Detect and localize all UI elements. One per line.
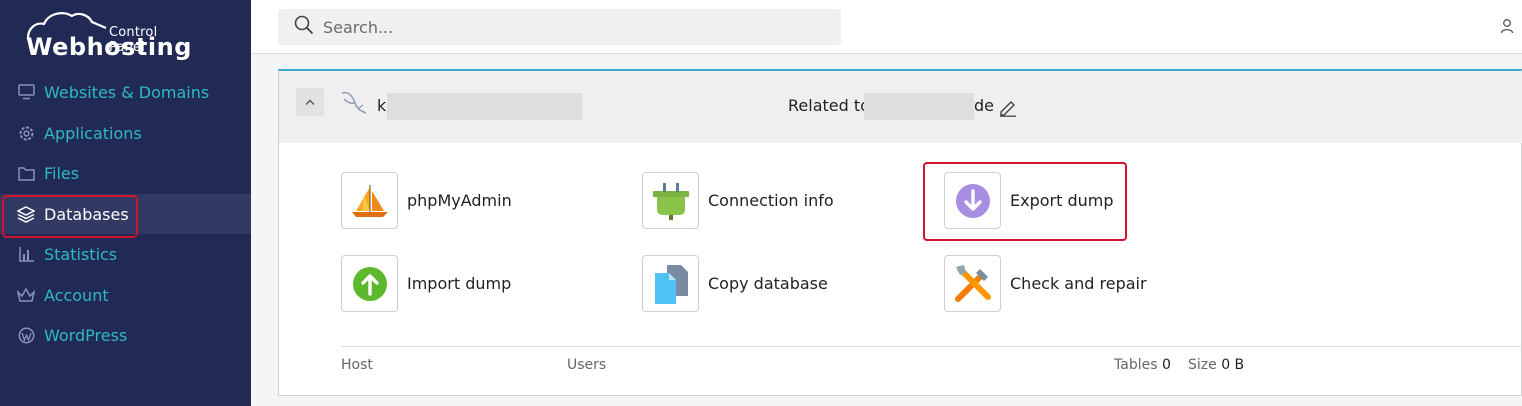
divider <box>341 346 1522 347</box>
sidebar-item-label: Statistics <box>44 244 118 264</box>
sidebar-item-account[interactable]: Account <box>0 275 251 315</box>
database-panel: k Related to de phpMyAdmin Connection in… <box>278 69 1522 396</box>
search-input[interactable] <box>323 17 803 37</box>
tool-label: Check and repair <box>1010 274 1147 293</box>
sidebar-item-label: WordPress <box>44 325 128 345</box>
sidebar-item-label: Account <box>44 285 109 305</box>
tool-check-and-repair[interactable]: Check and repair <box>944 255 1147 312</box>
top-bar <box>251 0 1522 54</box>
tool-connection-info[interactable]: Connection info <box>642 172 834 229</box>
sidebar-item-applications[interactable]: Applications <box>0 113 251 153</box>
tool-import-dump[interactable]: Import dump <box>341 255 511 312</box>
users-label: Users <box>567 357 607 373</box>
tool-label: phpMyAdmin <box>407 191 512 210</box>
search-icon <box>294 15 314 40</box>
plug-icon <box>642 172 699 229</box>
related-label: Related to <box>788 96 870 115</box>
monitor-icon <box>17 83 35 101</box>
database-header: k Related to de <box>279 71 1522 143</box>
folder-icon <box>17 164 35 182</box>
tables-stat: Tables 0 <box>1114 357 1171 373</box>
redacted-domain <box>864 93 974 120</box>
sidebar-item-statistics[interactable]: Statistics <box>0 234 251 274</box>
host-label: Host <box>341 357 373 373</box>
account-icon <box>17 286 35 304</box>
size-stat: Size 0 B <box>1188 357 1244 373</box>
sidebar-item-label: Websites & Domains <box>44 82 210 102</box>
highlight-outline <box>2 195 138 238</box>
bar-chart-icon <box>17 245 35 263</box>
sidebar-item-websites-domains[interactable]: Websites & Domains <box>0 72 251 112</box>
edit-pencil-icon[interactable] <box>998 97 1018 122</box>
sidebar-item-files[interactable]: Files <box>0 153 251 193</box>
copy-icon <box>642 255 699 312</box>
chevron-up-icon <box>304 93 316 111</box>
import-upload-icon <box>341 255 398 312</box>
brand-logo[interactable]: Control Panel Webhosting <box>22 8 191 64</box>
tool-label: Import dump <box>407 274 512 293</box>
user-icon[interactable] <box>1500 18 1514 39</box>
sidebar-item-label: Applications <box>44 123 142 143</box>
sidebar-item-label: Files <box>44 163 80 183</box>
tool-phpmyadmin[interactable]: phpMyAdmin <box>341 172 512 229</box>
tool-label: Connection info <box>708 191 834 210</box>
search-box[interactable] <box>278 9 841 45</box>
sidebar-item-wordpress[interactable]: WordPress <box>0 315 251 355</box>
tool-copy-database[interactable]: Copy database <box>642 255 828 312</box>
wordpress-icon <box>17 326 35 344</box>
tables-value: 0 <box>1161 357 1171 373</box>
repair-tools-icon <box>944 255 1001 312</box>
gear-icon <box>17 124 35 142</box>
database-name[interactable]: k <box>377 96 386 115</box>
brand-title: Webhosting <box>26 33 192 61</box>
collapse-button[interactable] <box>296 88 324 116</box>
sidebar: Control Panel Webhosting Websites & Doma… <box>0 0 251 406</box>
related-domain[interactable]: de <box>974 96 994 115</box>
tables-label: Tables <box>1114 357 1158 373</box>
tool-label: Copy database <box>708 274 828 293</box>
highlight-outline <box>923 162 1127 241</box>
phpmyadmin-icon <box>341 172 398 229</box>
redacted-database-name <box>387 93 582 120</box>
size-label: Size <box>1188 357 1217 373</box>
mysql-dolphin-icon <box>339 89 369 122</box>
size-value: 0 B <box>1221 357 1245 373</box>
